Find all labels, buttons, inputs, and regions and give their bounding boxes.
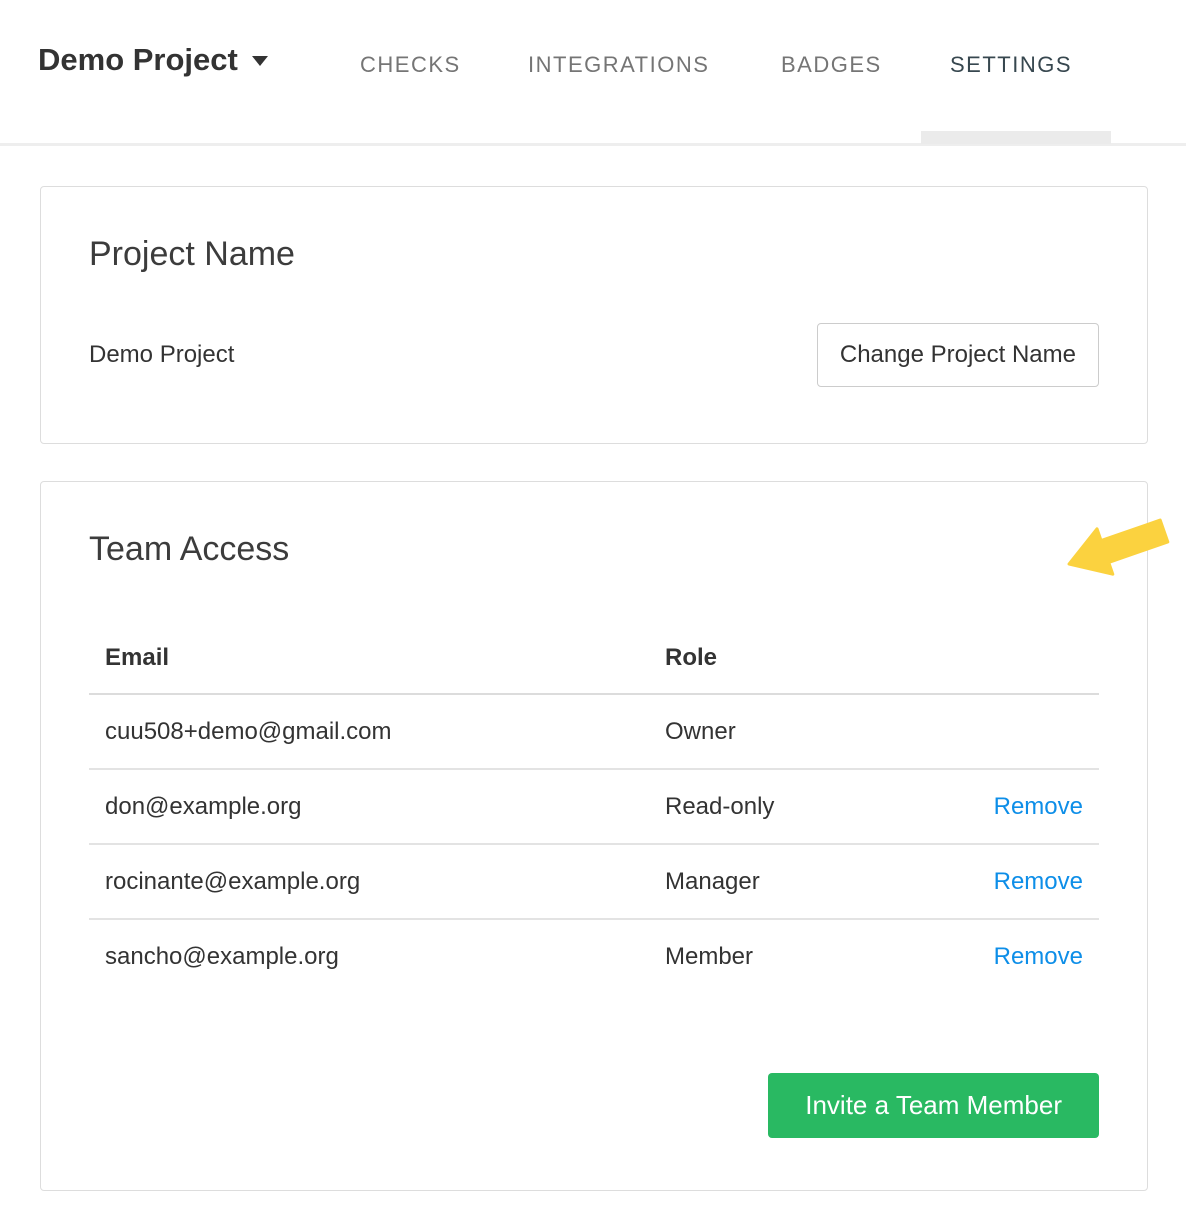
settings-page: Project Name Demo Project Change Project…: [0, 186, 1186, 1191]
tab-badges[interactable]: BADGES: [781, 52, 882, 78]
member-actions: Remove: [939, 919, 1099, 993]
top-nav-bar: Demo Project CHECKS INTEGRATIONS BADGES …: [0, 0, 1186, 146]
project-name-row: Demo Project Change Project Name: [89, 323, 1099, 387]
table-row: sancho@example.org Member Remove: [89, 919, 1099, 993]
member-role: Manager: [649, 844, 939, 919]
team-access-card: Team Access Email Role cuu508+demo@gmail…: [40, 481, 1148, 1191]
project-name-card-title: Project Name: [89, 234, 1099, 275]
caret-down-icon: [252, 56, 268, 66]
team-access-card-title: Team Access: [89, 529, 1099, 570]
member-actions: [939, 694, 1099, 769]
invite-team-member-button[interactable]: Invite a Team Member: [768, 1073, 1099, 1138]
change-project-name-button[interactable]: Change Project Name: [817, 323, 1099, 387]
member-role: Read-only: [649, 769, 939, 844]
project-name-card: Project Name Demo Project Change Project…: [40, 186, 1148, 444]
team-members-table: Email Role cuu508+demo@gmail.com Owner d…: [89, 644, 1099, 993]
column-header-role: Role: [649, 644, 939, 694]
project-selector-label: Demo Project: [38, 42, 238, 77]
column-header-actions: [939, 644, 1099, 694]
tab-settings[interactable]: SETTINGS: [950, 52, 1072, 78]
remove-member-link[interactable]: Remove: [994, 868, 1083, 895]
member-email: rocinante@example.org: [89, 844, 649, 919]
active-tab-indicator: [921, 131, 1111, 144]
member-email: cuu508+demo@gmail.com: [89, 694, 649, 769]
column-header-email: Email: [89, 644, 649, 694]
member-email: don@example.org: [89, 769, 649, 844]
current-project-name: Demo Project: [89, 341, 234, 369]
remove-member-link[interactable]: Remove: [994, 943, 1083, 970]
table-row: rocinante@example.org Manager Remove: [89, 844, 1099, 919]
table-header-row: Email Role: [89, 644, 1099, 694]
member-role: Member: [649, 919, 939, 993]
member-role: Owner: [649, 694, 939, 769]
member-actions: Remove: [939, 844, 1099, 919]
member-email: sancho@example.org: [89, 919, 649, 993]
invite-row: Invite a Team Member: [89, 1073, 1099, 1138]
tab-integrations[interactable]: INTEGRATIONS: [528, 52, 709, 78]
table-row: don@example.org Read-only Remove: [89, 769, 1099, 844]
project-selector-dropdown[interactable]: Demo Project: [38, 42, 268, 78]
remove-member-link[interactable]: Remove: [994, 793, 1083, 820]
table-row: cuu508+demo@gmail.com Owner: [89, 694, 1099, 769]
tab-checks[interactable]: CHECKS: [360, 52, 461, 78]
member-actions: Remove: [939, 769, 1099, 844]
